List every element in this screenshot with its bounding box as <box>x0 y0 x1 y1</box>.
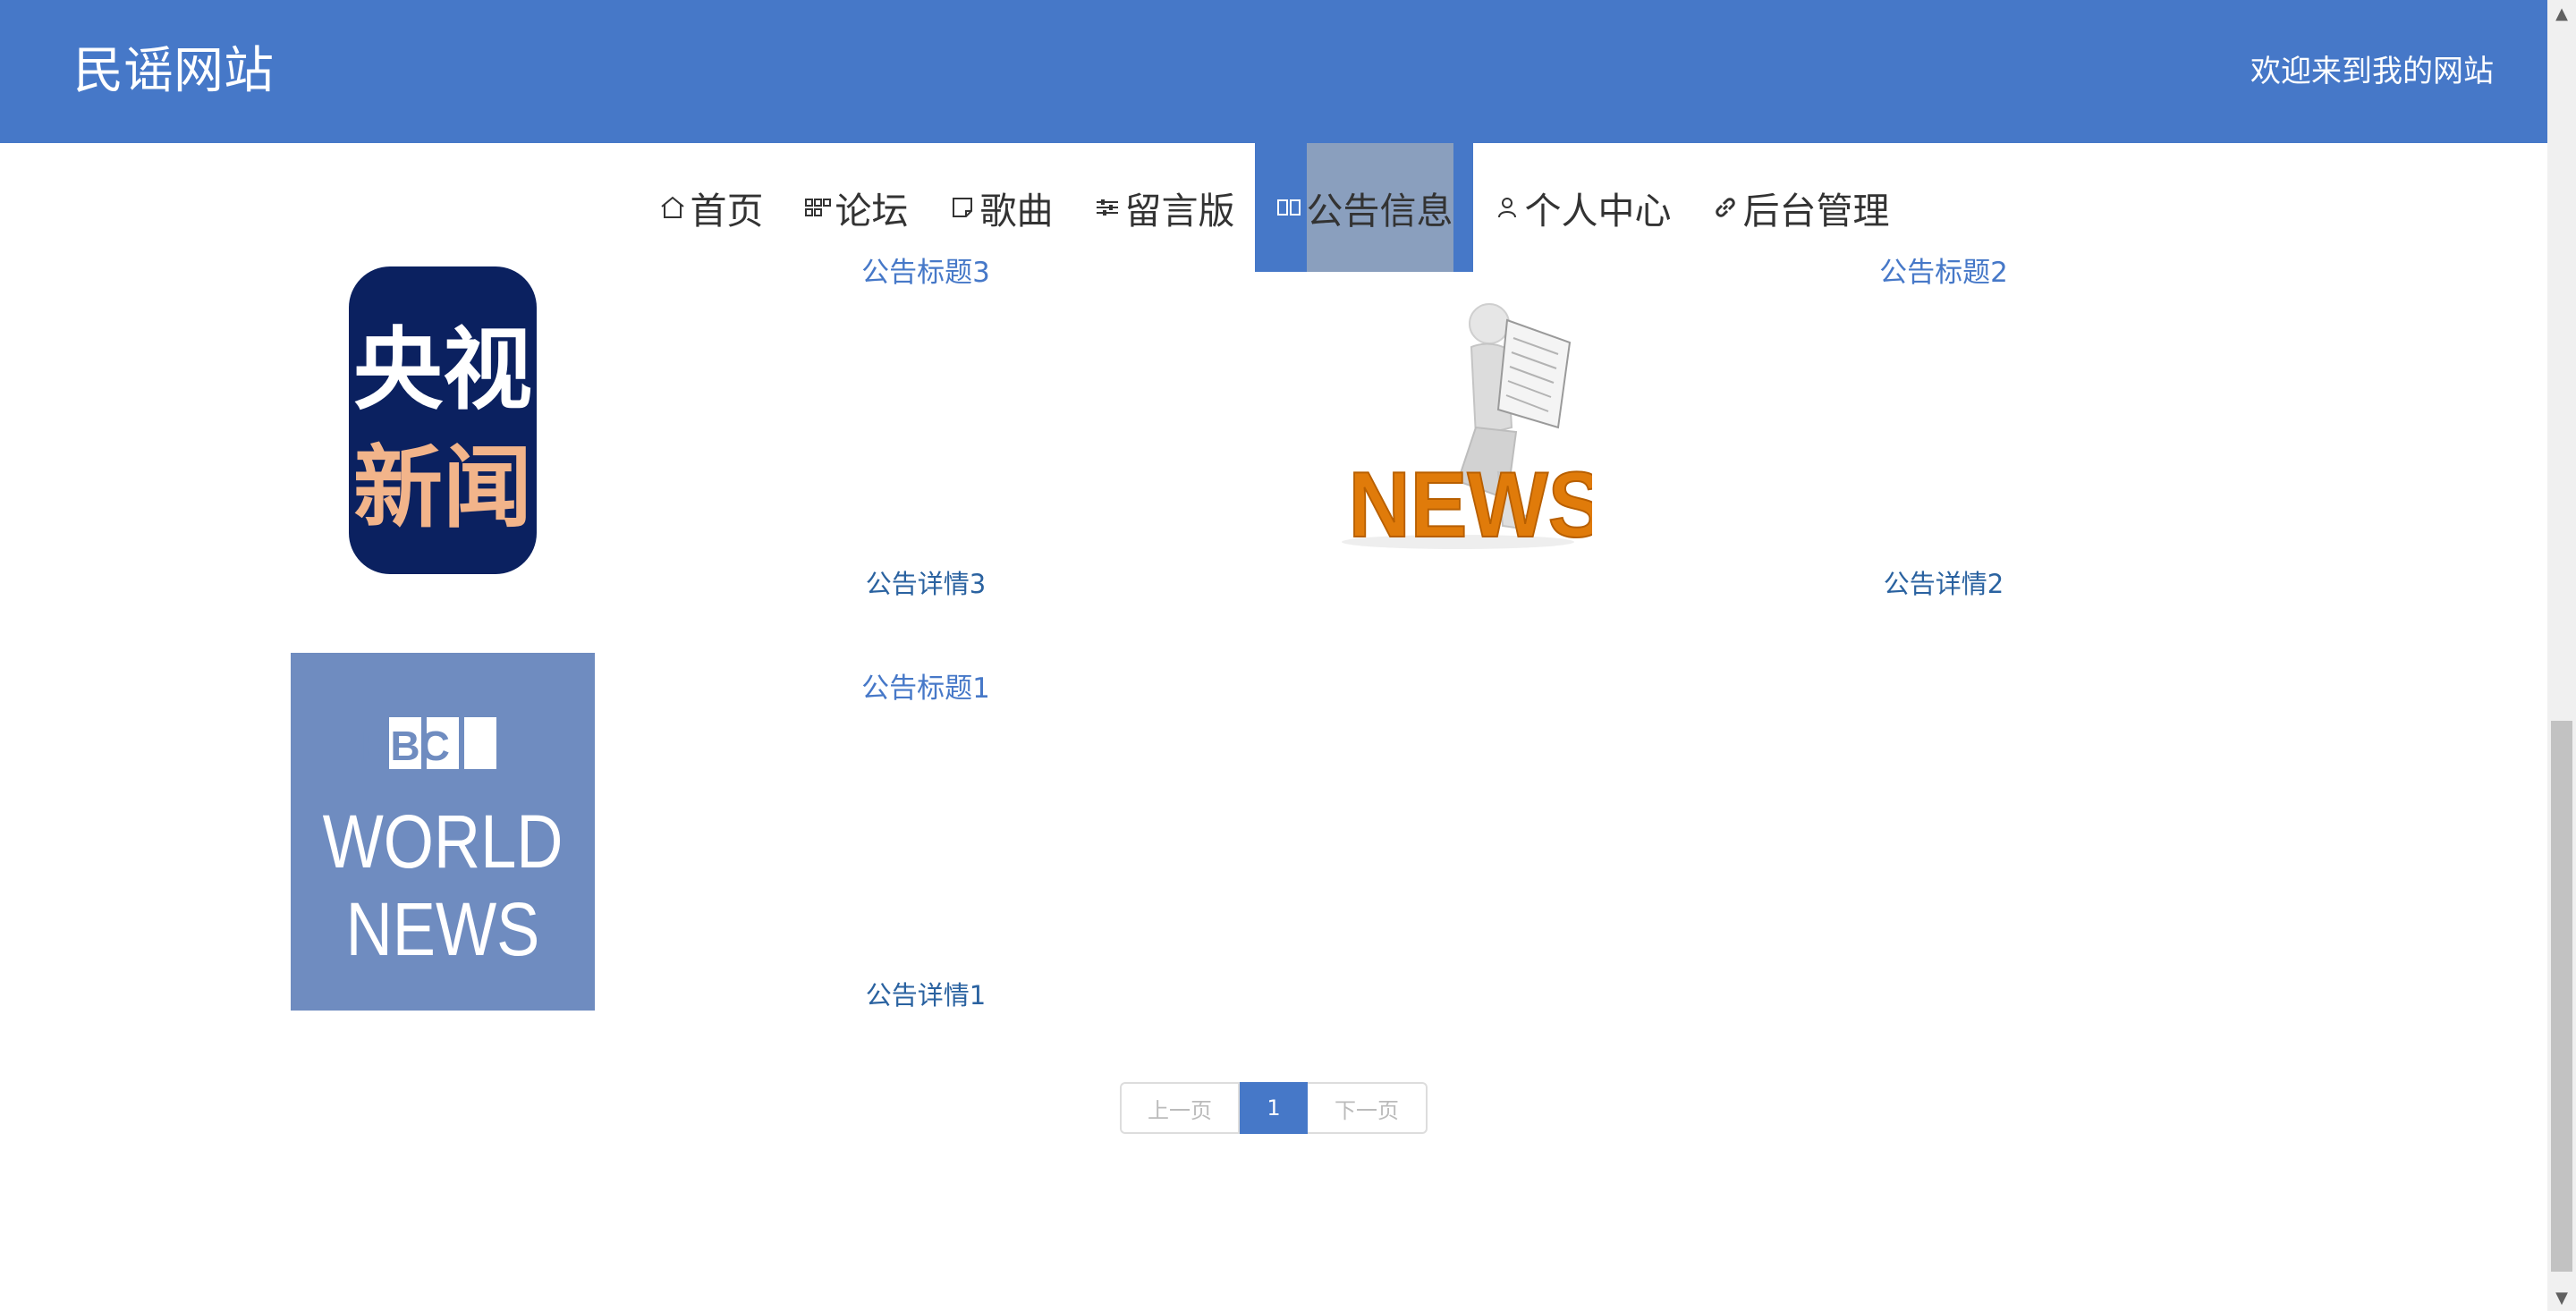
nav-item-admin[interactable]: 后台管理 <box>1691 143 1910 272</box>
news-text: NEWS <box>1349 453 1592 553</box>
announcement-detail[interactable]: 公告详情3 <box>823 563 1029 601</box>
main-nav: 首页 论坛 歌曲 留言版 公告信息 个人中心 后台管理 <box>0 143 2547 272</box>
page-number-button[interactable]: 1 <box>1240 1082 1308 1134</box>
prev-page-button[interactable]: 上一页 <box>1120 1082 1240 1134</box>
nav-label: 公告信息 <box>1306 143 1453 272</box>
nav-item-profile[interactable]: 个人中心 <box>1473 143 1691 272</box>
link-icon <box>1711 193 1740 222</box>
announcement-detail[interactable]: 公告详情2 <box>1841 563 2046 601</box>
cctv-news-logo[interactable]: 央视 新闻 <box>349 266 537 574</box>
world-text: WORLD <box>323 799 564 884</box>
next-page-button[interactable]: 下一页 <box>1308 1082 1428 1134</box>
sliders-icon <box>1093 193 1122 222</box>
cctv-text-top: 央视 <box>353 317 532 422</box>
nav-label: 首页 <box>690 190 764 233</box>
user-icon <box>1493 193 1521 222</box>
grid-icon <box>803 193 832 222</box>
vertical-scrollbar[interactable]: ▲ ▼ <box>2547 0 2576 1311</box>
scroll-up-arrow-icon[interactable]: ▲ <box>2547 0 2576 27</box>
nav-item-forum[interactable]: 论坛 <box>784 143 928 272</box>
news-figure-image[interactable]: NEWS <box>1324 293 1606 558</box>
welcome-text: 欢迎来到我的网站 <box>2250 54 2494 89</box>
bbc-letter: BBC <box>360 723 450 769</box>
nav-label: 论坛 <box>835 190 909 233</box>
nav-item-songs[interactable]: 歌曲 <box>928 143 1073 272</box>
news-text: NEWS <box>346 887 540 971</box>
site-title[interactable]: 民谣网站 <box>73 39 274 104</box>
nav-item-guestbook[interactable]: 留言版 <box>1073 143 1255 272</box>
announcement-title[interactable]: 公告标题3 <box>823 258 1029 288</box>
pagination: 上一页 1 下一页 <box>1120 1082 1428 1134</box>
nav-label: 歌曲 <box>979 190 1054 233</box>
announcement-title[interactable]: 公告标题2 <box>1841 258 2046 288</box>
book-icon <box>1275 193 1303 222</box>
scroll-down-arrow-icon[interactable]: ▼ <box>2547 1284 2576 1311</box>
announcement-title[interactable]: 公告标题1 <box>823 665 1029 706</box>
scroll-thumb[interactable] <box>2551 721 2572 1272</box>
nav-label: 个人中心 <box>1524 190 1672 233</box>
announcement-detail[interactable]: 公告详情1 <box>823 975 1029 1012</box>
site-header: 民谣网站 欢迎来到我的网站 <box>0 0 2547 143</box>
cctv-text-bottom: 新闻 <box>353 436 532 540</box>
nav-label: 留言版 <box>1124 190 1235 233</box>
nav-item-home[interactable]: 首页 <box>639 143 784 272</box>
home-icon <box>658 193 687 222</box>
bbc-world-news-logo[interactable]: BBC WORLD NEWS <box>291 653 595 1011</box>
nav-label: 后台管理 <box>1742 190 1890 233</box>
note-icon <box>948 193 977 222</box>
nav-item-announcements[interactable]: 公告信息 <box>1254 143 1473 272</box>
